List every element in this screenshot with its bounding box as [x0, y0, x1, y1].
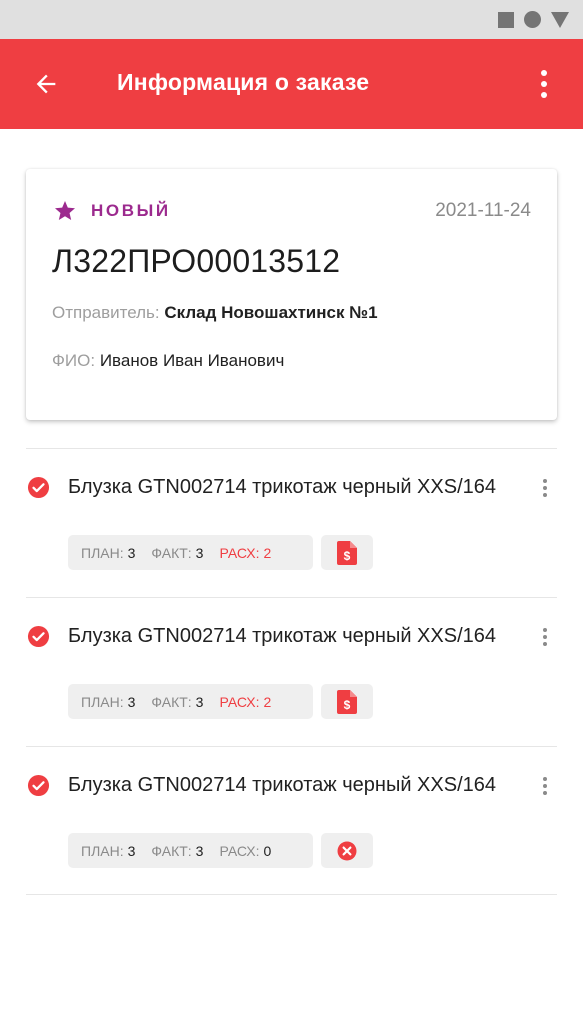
more-vert-dot — [543, 635, 547, 639]
item-title: Блузка GTN002714 трикотаж черный XXS/164 — [68, 476, 496, 498]
plan-label: ПЛАН: — [81, 842, 124, 859]
rash-label: РАСХ: — [219, 693, 260, 710]
sender-label: Отправитель: — [52, 303, 160, 322]
check-circle-icon — [27, 625, 50, 648]
fact-value: 3 — [195, 693, 204, 710]
quantity-chip: ПЛАН: 3 ФАКТ: 3 РАСХ: 2 — [68, 684, 313, 719]
more-options-button[interactable] — [527, 64, 561, 104]
fact-label: ФАКТ: — [151, 544, 192, 561]
more-vert-icon — [543, 479, 547, 483]
arrow-left-icon — [36, 74, 56, 94]
rash-label: РАСХ: — [219, 842, 260, 859]
app-bar: Информация о заказе — [0, 39, 583, 129]
more-vert-icon — [543, 628, 547, 632]
order-number: Л322ПРО00013512 — [52, 243, 341, 279]
more-vert-icon — [541, 70, 547, 76]
sender-value: Склад Новошахтинск №1 — [164, 303, 378, 322]
plan-label: ПЛАН: — [81, 693, 124, 710]
status-badge: НОВЫЙ — [91, 201, 171, 220]
more-vert-dot — [541, 81, 547, 87]
more-vert-dot — [543, 486, 547, 490]
plan-value: 3 — [127, 842, 136, 859]
expense-doc-button[interactable]: $ — [321, 535, 373, 570]
more-vert-dot — [543, 784, 547, 788]
sender-field: Отправитель: Склад Новошахтинск №1 — [52, 303, 378, 323]
item-title: Блузка GTN002714 трикотаж черный XXS/164 — [68, 774, 496, 796]
dollar-document-icon: $ — [337, 689, 357, 714]
circle-icon — [524, 11, 541, 28]
rash-label: РАСХ: — [219, 544, 260, 561]
system-status-bar — [0, 0, 583, 39]
plan-label: ПЛАН: — [81, 544, 124, 561]
more-vert-dot — [543, 791, 547, 795]
back-button[interactable] — [26, 64, 66, 104]
rash-value: 2 — [263, 693, 272, 710]
item-menu-button[interactable] — [535, 626, 555, 648]
item-menu-button[interactable] — [535, 477, 555, 499]
check-circle-icon — [27, 774, 50, 797]
item-menu-button[interactable] — [535, 775, 555, 797]
order-date: 2021-11-24 — [435, 200, 531, 221]
svg-text:$: $ — [344, 549, 351, 563]
rash-value: 0 — [263, 842, 272, 859]
page-title: Информация о заказе — [117, 69, 370, 95]
fio-value: Иванов Иван Иванович — [99, 351, 285, 370]
more-vert-icon — [543, 777, 547, 781]
list-item[interactable]: Блузка GTN002714 трикотаж черный XXS/164… — [0, 449, 583, 597]
triangle-icon — [551, 11, 569, 28]
fact-value: 3 — [195, 544, 204, 561]
system-nav-icons — [498, 11, 569, 28]
fact-label: ФАКТ: — [151, 693, 192, 710]
dollar-document-icon: $ — [337, 540, 357, 565]
fio-label: ФИО: — [52, 351, 96, 370]
fio-field: ФИО: Иванов Иван Иванович — [52, 351, 284, 371]
list-item[interactable]: Блузка GTN002714 трикотаж черный XXS/164… — [0, 598, 583, 746]
order-status: НОВЫЙ — [53, 199, 171, 223]
star-icon — [55, 201, 75, 220]
plan-value: 3 — [127, 544, 136, 561]
more-vert-dot — [541, 92, 547, 98]
more-vert-dot — [543, 493, 547, 497]
square-icon — [498, 11, 514, 28]
more-vert-dot — [543, 642, 547, 646]
expense-doc-button[interactable]: $ — [321, 684, 373, 719]
divider — [26, 894, 557, 895]
fact-value: 3 — [195, 842, 204, 859]
quantity-chip: ПЛАН: 3 ФАКТ: 3 РАСХ: 2 — [68, 535, 313, 570]
order-info-card: НОВЫЙ 2021-11-24 Л322ПРО00013512 Отправи… — [26, 169, 557, 420]
item-title: Блузка GTN002714 трикотаж черный XXS/164 — [68, 625, 496, 647]
list-item[interactable]: Блузка GTN002714 трикотаж черный XXS/164… — [0, 747, 583, 895]
quantity-chip: ПЛАН: 3 ФАКТ: 3 РАСХ: 0 — [68, 833, 313, 868]
fact-label: ФАКТ: — [151, 842, 192, 859]
close-circle-icon — [337, 841, 357, 860]
remove-button[interactable] — [321, 833, 373, 868]
rash-value: 2 — [263, 544, 272, 561]
plan-value: 3 — [127, 693, 136, 710]
check-circle-icon — [27, 476, 50, 499]
svg-text:$: $ — [344, 698, 351, 712]
